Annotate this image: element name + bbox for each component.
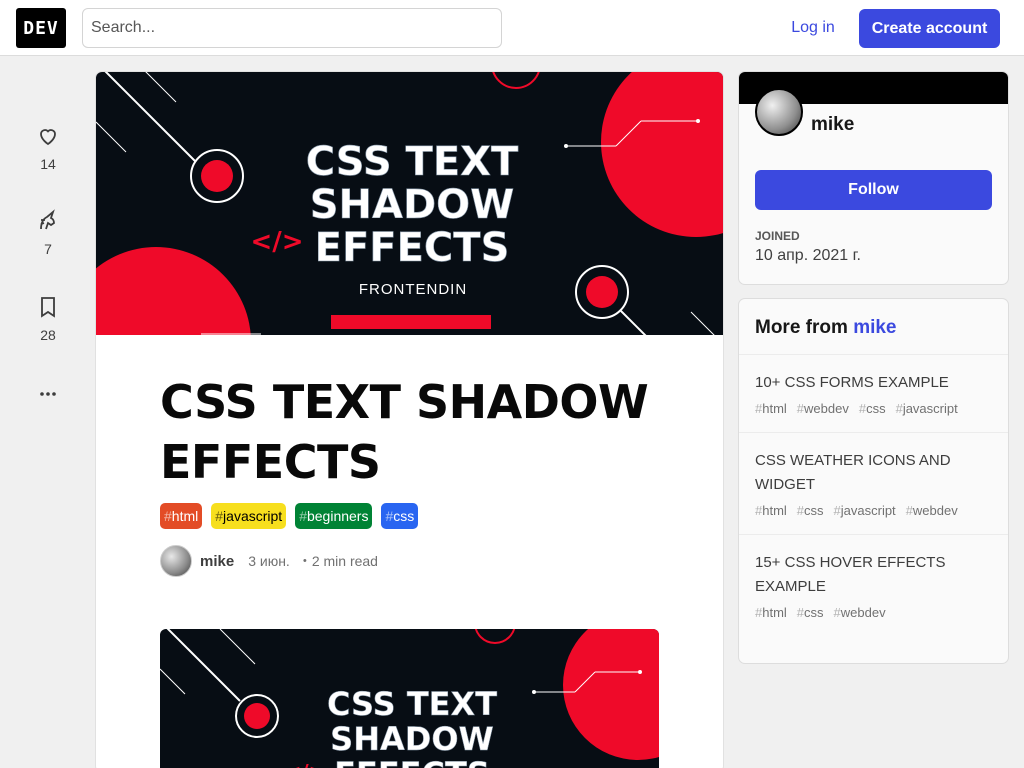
more-from-heading: More from mike	[739, 299, 1008, 355]
cover-brand: FRONTENDIN	[359, 281, 467, 298]
read-time: ・2 min read	[297, 553, 378, 569]
cover-line-1: CSS TEXT	[306, 139, 519, 185]
body-image-line-3: EFFECTS	[334, 755, 490, 768]
create-account-button[interactable]: Create account	[859, 9, 1000, 48]
joined-date: 10 апр. 2021 г.	[755, 247, 861, 264]
tag-javascript[interactable]: # javascript	[211, 503, 287, 529]
tag-css[interactable]: # css	[381, 503, 419, 529]
related-tag[interactable]: #webdev	[906, 503, 958, 518]
related-tag[interactable]: #javascript	[834, 503, 896, 518]
related-tag[interactable]: #css	[859, 401, 886, 416]
ellipsis-icon	[40, 392, 56, 396]
related-tag[interactable]: #html	[755, 605, 787, 620]
search-input[interactable]	[82, 8, 502, 48]
cover-line-2: SHADOW	[310, 182, 515, 228]
more-from-author-link[interactable]: mike	[853, 317, 896, 338]
frontendin-logo-glyph: </>	[250, 227, 303, 257]
related-post-title: CSS WEATHER ICONS AND WIDGET	[755, 452, 951, 493]
heart-icon	[40, 129, 56, 146]
related-tag[interactable]: #webdev	[797, 401, 849, 416]
author-avatar[interactable]	[160, 545, 192, 577]
author-profile-card: mike Follow Joined 10 апр. 2021 г.	[739, 72, 1008, 284]
bookmark-button[interactable]: 28	[28, 295, 68, 343]
unicorn-icon	[40, 209, 55, 230]
related-tag[interactable]: #javascript	[896, 401, 958, 416]
login-button[interactable]: Log in	[776, 9, 850, 47]
related-tag[interactable]: #css	[797, 605, 824, 620]
related-tag[interactable]: #css	[797, 503, 824, 518]
follow-button[interactable]: Follow	[755, 170, 992, 210]
article-tags: # html # javascript # beginners # css	[160, 503, 419, 529]
list-item[interactable]: CSS WEATHER ICONS AND WIDGET #html #css …	[739, 433, 1008, 535]
article-title: CSS TEXT SHADOW EFFECTS	[160, 375, 649, 489]
more-options-button[interactable]	[28, 382, 68, 406]
article-meta: mike 3 июн. ・2 min read	[160, 545, 378, 577]
publish-date: 3 июн.	[248, 553, 290, 569]
list-item[interactable]: 10+ CSS FORMS EXAMPLE #html #webdev #css…	[739, 355, 1008, 433]
related-tag[interactable]: #html	[755, 401, 787, 416]
author-name[interactable]: mike	[200, 553, 234, 570]
cover-line-3: EFFECTS	[315, 225, 510, 271]
related-post-tags: #html #css #javascript #webdev	[755, 503, 992, 518]
tag-beginners[interactable]: # beginners	[295, 503, 373, 529]
related-tag[interactable]: #html	[755, 503, 787, 518]
body-image-line-2: SHADOW	[330, 720, 494, 758]
unicorn-count: 7	[44, 241, 52, 257]
more-from-author-card: More from mike 10+ CSS FORMS EXAMPLE #ht…	[739, 299, 1008, 663]
related-post-title: 15+ CSS HOVER EFFECTS EXAMPLE	[755, 554, 946, 595]
related-post-tags: #html #webdev #css #javascript	[755, 401, 992, 416]
tag-html[interactable]: # html	[160, 503, 203, 529]
body-image-line-1: CSS TEXT	[327, 685, 497, 723]
bookmark-icon	[41, 297, 55, 318]
heart-reaction-button[interactable]: 14	[28, 124, 68, 172]
cover-image: </> CSS TEXT SHADOW EFFECTS FRONTENDIN	[96, 72, 723, 335]
list-item[interactable]: 15+ CSS HOVER EFFECTS EXAMPLE #html #css…	[739, 535, 1008, 636]
related-tag[interactable]: #webdev	[834, 605, 886, 620]
article-body-image: </> CSS TEXT SHADOW EFFECTS	[160, 629, 659, 768]
unicorn-reaction-button[interactable]: 7	[28, 209, 68, 257]
top-navigation-bar: DEV Log in Create account	[0, 0, 1024, 56]
joined-label: Joined	[755, 229, 800, 243]
related-post-title: 10+ CSS FORMS EXAMPLE	[755, 374, 949, 391]
profile-avatar[interactable]	[755, 88, 803, 136]
bookmark-count: 28	[40, 327, 56, 343]
svg-text:</>: </>	[285, 760, 326, 768]
article-card: </> CSS TEXT SHADOW EFFECTS FRONTENDIN C…	[96, 72, 723, 768]
dev-logo[interactable]: DEV	[16, 8, 66, 48]
heart-count: 14	[40, 156, 56, 172]
related-post-tags: #html #css #webdev	[755, 605, 992, 620]
profile-name[interactable]: mike	[811, 114, 854, 136]
